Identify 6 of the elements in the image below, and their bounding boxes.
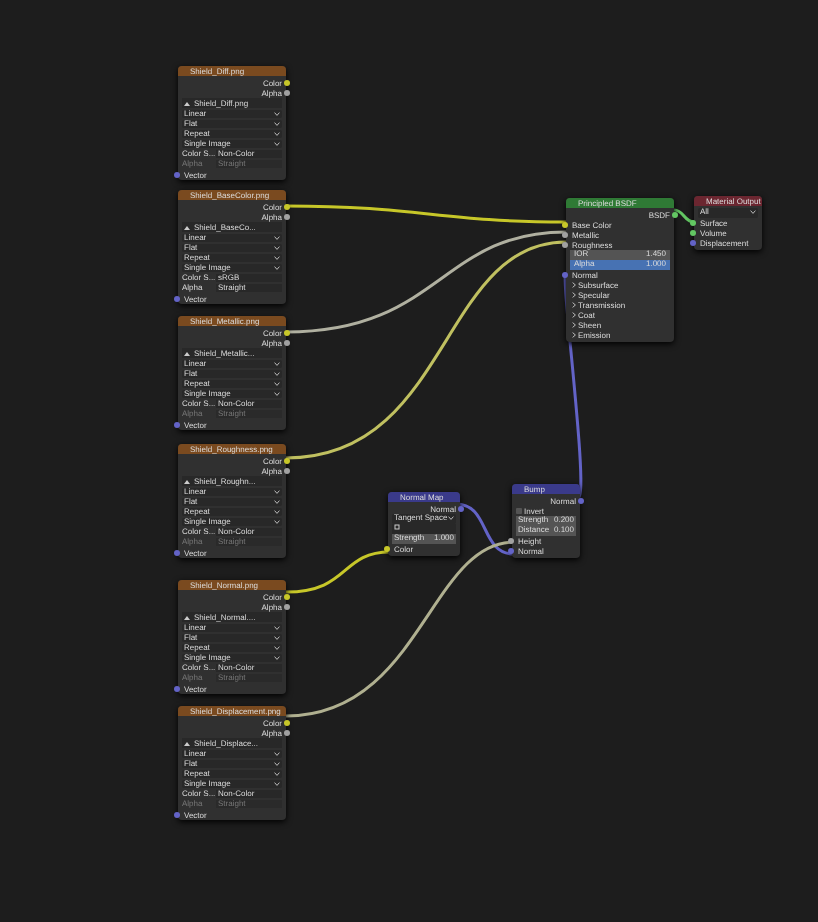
uv-map-field[interactable] — [392, 524, 456, 533]
invert-checkbox[interactable] — [516, 507, 522, 513]
caret-icon — [448, 516, 454, 521]
caret-icon — [750, 210, 756, 215]
uv-icon — [394, 524, 400, 530]
node-wire — [673, 208, 695, 224]
